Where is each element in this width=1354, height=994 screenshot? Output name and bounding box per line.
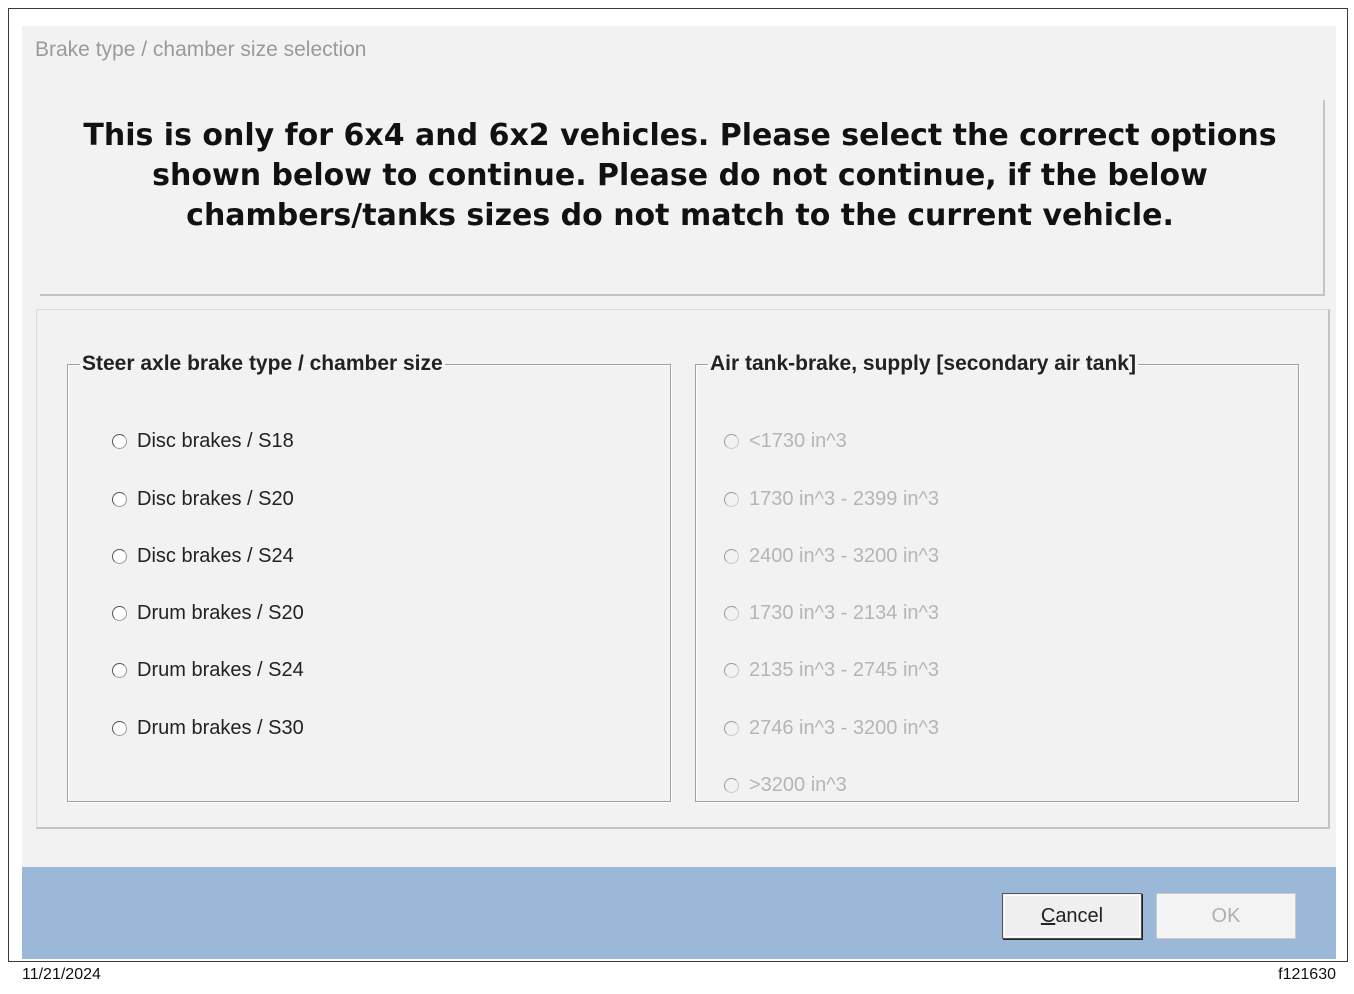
radio-button-icon[interactable] xyxy=(112,663,127,678)
radio-button-icon xyxy=(724,434,739,449)
dialog-title: Brake type / chamber size selection xyxy=(35,38,367,61)
radio-button-icon[interactable] xyxy=(112,606,127,621)
radio-label: Disc brakes / S24 xyxy=(137,545,294,567)
radio-label: 2746 in^3 - 3200 in^3 xyxy=(749,717,940,739)
cancel-label: ancel xyxy=(1055,904,1104,927)
notice-text: This is only for 6x4 and 6x2 vehicles. P… xyxy=(83,118,1277,233)
radio-label: Drum brakes / S24 xyxy=(137,659,304,681)
radio-button-icon xyxy=(724,606,739,621)
radio-button-icon[interactable] xyxy=(112,721,127,736)
radio-disc-s20[interactable]: Disc brakes / S20 xyxy=(112,488,294,511)
radio-tank-2746-3200: 2746 in^3 - 3200 in^3 xyxy=(724,717,939,740)
radio-button-icon xyxy=(724,778,739,793)
radio-tank-lt-1730: <1730 in^3 xyxy=(724,430,847,453)
radio-disc-s18[interactable]: Disc brakes / S18 xyxy=(112,430,294,453)
radio-button-icon xyxy=(724,663,739,678)
radio-button-icon[interactable] xyxy=(112,434,127,449)
radio-drum-s24[interactable]: Drum brakes / S24 xyxy=(112,659,304,682)
radio-button-icon[interactable] xyxy=(112,492,127,507)
figure-id: f121630 xyxy=(1278,966,1336,983)
ok-button: OK xyxy=(1156,893,1296,939)
steer-axle-group-legend: Steer axle brake type / chamber size xyxy=(82,352,443,375)
radio-drum-s20[interactable]: Drum brakes / S20 xyxy=(112,602,304,625)
cancel-button[interactable]: Cancel xyxy=(1002,893,1142,939)
radio-tank-1730-2399: 1730 in^3 - 2399 in^3 xyxy=(724,488,939,511)
radio-tank-1730-2134: 1730 in^3 - 2134 in^3 xyxy=(724,602,939,625)
radio-label: >3200 in^3 xyxy=(749,774,847,796)
radio-label: Drum brakes / S30 xyxy=(137,717,304,739)
brake-selection-dialog: Brake type / chamber size selection This… xyxy=(22,26,1336,959)
options-panel: Steer axle brake type / chamber size Dis… xyxy=(36,309,1330,829)
radio-drum-s30[interactable]: Drum brakes / S30 xyxy=(112,717,304,740)
radio-label: 2135 in^3 - 2745 in^3 xyxy=(749,659,940,681)
air-tank-group: Air tank-brake, supply [secondary air ta… xyxy=(695,352,1299,802)
notice-panel: This is only for 6x4 and 6x2 vehicles. P… xyxy=(40,100,1325,296)
air-tank-group-legend: Air tank-brake, supply [secondary air ta… xyxy=(710,352,1136,375)
radio-tank-gt-3200: >3200 in^3 xyxy=(724,774,847,797)
radio-label: 1730 in^3 - 2399 in^3 xyxy=(749,488,940,510)
radio-tank-2135-2745: 2135 in^3 - 2745 in^3 xyxy=(724,659,939,682)
radio-label: 2400 in^3 - 3200 in^3 xyxy=(749,545,940,567)
steer-axle-group: Steer axle brake type / chamber size Dis… xyxy=(67,352,671,802)
radio-button-icon xyxy=(724,549,739,564)
radio-disc-s24[interactable]: Disc brakes / S24 xyxy=(112,545,294,568)
cancel-mnemonic: C xyxy=(1040,904,1056,927)
radio-label: 1730 in^3 - 2134 in^3 xyxy=(749,602,940,624)
button-bar: Cancel OK xyxy=(22,867,1336,959)
radio-tank-2400-3200: 2400 in^3 - 3200 in^3 xyxy=(724,545,939,568)
ok-label: OK xyxy=(1211,904,1241,927)
radio-label: Drum brakes / S20 xyxy=(137,602,304,624)
radio-button-icon[interactable] xyxy=(112,549,127,564)
radio-label: Disc brakes / S20 xyxy=(137,488,294,510)
radio-label: <1730 in^3 xyxy=(749,430,847,452)
radio-button-icon xyxy=(724,721,739,736)
footer-date: 11/21/2024 xyxy=(22,966,101,983)
radio-button-icon xyxy=(724,492,739,507)
radio-label: Disc brakes / S18 xyxy=(137,430,294,452)
